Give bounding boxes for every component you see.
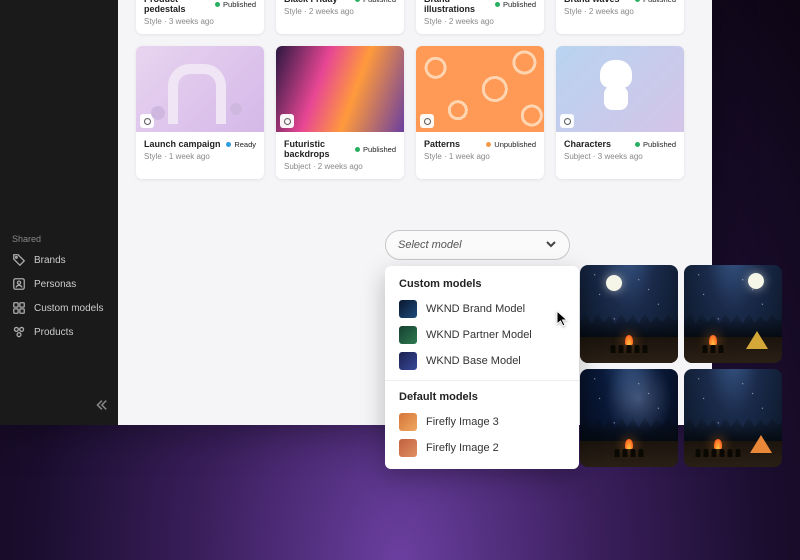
thumb-type-icon xyxy=(420,114,434,128)
status-badge: Published xyxy=(215,0,256,9)
status-badge: Published xyxy=(635,140,676,149)
models-icon xyxy=(12,301,26,315)
dropdown-item-wknd-base[interactable]: WKND Base Model xyxy=(385,348,579,374)
dropdown-item-firefly-2[interactable]: Firefly Image 2 xyxy=(385,435,579,461)
model-select-menu: Custom models WKND Brand Model WKND Part… xyxy=(385,266,579,469)
dropdown-group-heading: Default models xyxy=(385,387,579,409)
chevron-down-icon xyxy=(545,238,557,253)
status-badge: Ready xyxy=(226,140,256,149)
card-thumbnail xyxy=(136,46,264,132)
card-meta: Style · 2 weeks ago xyxy=(564,7,676,16)
sidebar-item-label: Brands xyxy=(34,255,66,266)
tag-icon xyxy=(12,253,26,267)
generated-image[interactable] xyxy=(684,265,782,363)
generated-image-grid xyxy=(580,265,782,467)
card-title: Futuristic backdrops xyxy=(284,139,355,159)
dropdown-item-label: WKND Brand Model xyxy=(426,303,525,315)
card-title: Black Friday xyxy=(284,0,338,4)
card-row-top: Product pedestals Published Style · 3 we… xyxy=(118,0,712,34)
dropdown-item-wknd-brand[interactable]: WKND Brand Model xyxy=(385,296,579,322)
dropdown-divider xyxy=(385,380,579,381)
dropdown-placeholder: Select model xyxy=(398,239,462,251)
model-select-trigger[interactable]: Select model xyxy=(385,230,570,260)
thumb-type-icon xyxy=(280,114,294,128)
model-card-characters[interactable]: Characters Published Subject · 3 weeks a… xyxy=(556,46,684,179)
sidebar-item-label: Custom models xyxy=(34,303,103,314)
dropdown-item-label: WKND Base Model xyxy=(426,355,521,367)
status-badge: Published xyxy=(495,0,536,9)
sidebar-item-label: Personas xyxy=(34,279,76,290)
model-card-launch-campaign[interactable]: Launch campaign Ready Style · 1 week ago xyxy=(136,46,264,179)
card-meta: Subject · 3 weeks ago xyxy=(564,152,676,161)
card-thumbnail xyxy=(556,46,684,132)
sidebar-item-products[interactable]: Products xyxy=(0,320,118,344)
thumb-type-icon xyxy=(140,114,154,128)
sidebar-section-heading: Shared xyxy=(0,228,118,248)
dropdown-item-wknd-partner[interactable]: WKND Partner Model xyxy=(385,322,579,348)
status-badge: Unpublished xyxy=(486,140,536,149)
card-meta: Style · 1 week ago xyxy=(144,152,256,161)
model-swatch-icon xyxy=(399,352,417,370)
sidebar-collapse-button[interactable] xyxy=(94,398,108,415)
dropdown-item-firefly-3[interactable]: Firefly Image 3 xyxy=(385,409,579,435)
status-badge: Published xyxy=(355,0,396,4)
card-title: Brand waves xyxy=(564,0,620,4)
sidebar-item-label: Products xyxy=(34,327,73,338)
card-meta: Style · 3 weeks ago xyxy=(144,17,256,26)
model-swatch-icon xyxy=(399,439,417,457)
sidebar-item-brands[interactable]: Brands xyxy=(0,248,118,272)
card-title: Characters xyxy=(564,139,611,149)
generated-image[interactable] xyxy=(684,369,782,467)
sidebar-item-personas[interactable]: Personas xyxy=(0,272,118,296)
generated-image[interactable] xyxy=(580,369,678,467)
dropdown-item-label: Firefly Image 2 xyxy=(426,442,499,454)
model-card[interactable]: Brand illustrations Published Style · 2 … xyxy=(416,0,544,34)
card-title: Brand illustrations xyxy=(424,0,495,14)
dropdown-item-label: WKND Partner Model xyxy=(426,329,532,341)
dropdown-group-heading: Custom models xyxy=(385,274,579,296)
dropdown-item-label: Firefly Image 3 xyxy=(426,416,499,428)
sidebar-item-custom-models[interactable]: Custom models xyxy=(0,296,118,320)
model-swatch-icon xyxy=(399,300,417,318)
model-card[interactable]: Black Friday Published Style · 2 weeks a… xyxy=(276,0,404,34)
status-badge: Published xyxy=(355,145,396,154)
card-row: Launch campaign Ready Style · 1 week ago… xyxy=(118,46,712,179)
card-title: Patterns xyxy=(424,139,460,149)
card-meta: Subject · 2 weeks ago xyxy=(284,162,396,171)
card-title: Product pedestals xyxy=(144,0,215,14)
sidebar: Shared Brands Personas Custom models Pro… xyxy=(0,0,118,425)
card-meta: Style · 2 weeks ago xyxy=(424,17,536,26)
model-swatch-icon xyxy=(399,326,417,344)
model-card-futuristic-backdrops[interactable]: Futuristic backdrops Published Subject ·… xyxy=(276,46,404,179)
model-select-dropdown: Select model Custom models WKND Brand Mo… xyxy=(385,230,570,469)
persona-icon xyxy=(12,277,26,291)
model-card[interactable]: Brand waves Published Style · 2 weeks ag… xyxy=(556,0,684,34)
card-title: Launch campaign xyxy=(144,139,221,149)
card-thumbnail xyxy=(416,46,544,132)
products-icon xyxy=(12,325,26,339)
card-meta: Style · 1 week ago xyxy=(424,152,536,161)
card-thumbnail xyxy=(276,46,404,132)
generated-image[interactable] xyxy=(580,265,678,363)
model-swatch-icon xyxy=(399,413,417,431)
model-card-patterns[interactable]: Patterns Unpublished Style · 1 week ago xyxy=(416,46,544,179)
cursor-icon xyxy=(556,310,570,328)
status-badge: Published xyxy=(635,0,676,4)
card-meta: Style · 2 weeks ago xyxy=(284,7,396,16)
thumb-type-icon xyxy=(560,114,574,128)
model-card[interactable]: Product pedestals Published Style · 3 we… xyxy=(136,0,264,34)
